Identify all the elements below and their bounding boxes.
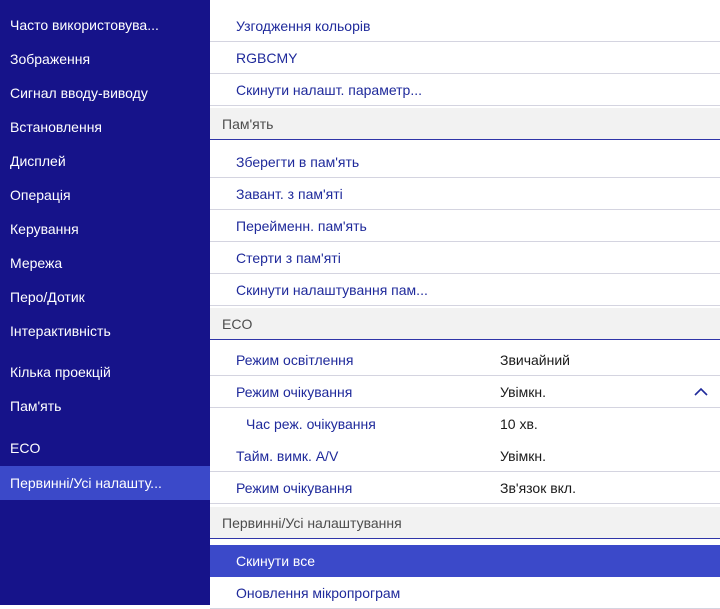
sidebar-item-operation[interactable]: Операція xyxy=(0,178,210,212)
setting-value: Увімкн. xyxy=(500,448,547,464)
menu-item-color-matching[interactable]: Узгодження кольорів xyxy=(210,10,720,42)
chevron-up-icon[interactable] xyxy=(692,376,710,408)
setting-value: 10 хв. xyxy=(500,416,538,432)
sidebar-item-network[interactable]: Мережа xyxy=(0,246,210,280)
section-header-initial-settings: Первинні/Усі налаштування xyxy=(210,507,720,539)
sidebar-item-installation[interactable]: Встановлення xyxy=(0,110,210,144)
setting-label: Тайм. вимк. A/V xyxy=(236,448,339,464)
menu-item-light-mode[interactable]: Режим освітлення Звичайний xyxy=(210,344,720,376)
settings-panel: Узгодження кольорів RGBCMY Скинути налаш… xyxy=(210,0,720,609)
menu-item-reset-memory[interactable]: Скинути налаштування пам... xyxy=(210,274,720,306)
setting-value: Увімкн. xyxy=(500,384,547,400)
settings-menu: Часто використовува... Зображення Сигнал… xyxy=(0,0,720,609)
sidebar: Часто використовува... Зображення Сигнал… xyxy=(0,0,210,605)
menu-item-sleep-mode[interactable]: Режим очікування Увімкн. xyxy=(210,376,720,408)
setting-label: Режим очікування xyxy=(236,384,353,400)
setting-label: Режим очікування xyxy=(236,480,353,496)
menu-item-erase-memory[interactable]: Стерти з пам'яті xyxy=(210,242,720,274)
menu-item-reset-all[interactable]: Скинути все xyxy=(210,545,720,577)
menu-item-rename-memory[interactable]: Перейменн. пам'ять xyxy=(210,210,720,242)
setting-value: Звичайний xyxy=(500,352,570,368)
section-header-eco: ECO xyxy=(210,308,720,340)
setting-value: Зв'язок вкл. xyxy=(500,480,576,496)
sidebar-item-pen-touch[interactable]: Перо/Дотик xyxy=(0,280,210,314)
sidebar-item-signal-io[interactable]: Сигнал вводу-виводу xyxy=(0,76,210,110)
sidebar-item-initial-settings[interactable]: Первинні/Усі налашту... xyxy=(0,466,210,500)
sidebar-item-memory[interactable]: Пам'ять xyxy=(0,389,210,423)
sidebar-item-display[interactable]: Дисплей xyxy=(0,144,210,178)
setting-label: Режим освітлення xyxy=(236,352,354,368)
menu-item-firmware-update[interactable]: Оновлення мікропрограм xyxy=(210,577,720,609)
menu-item-av-mute-timer[interactable]: Тайм. вимк. A/V Увімкн. xyxy=(210,440,720,472)
menu-item-load-memory[interactable]: Завант. з пам'яті xyxy=(210,178,720,210)
menu-item-standby-mode[interactable]: Режим очікування Зв'язок вкл. xyxy=(210,472,720,504)
sidebar-item-frequently-used[interactable]: Часто використовува... xyxy=(0,8,210,42)
sidebar-item-image[interactable]: Зображення xyxy=(0,42,210,76)
sidebar-item-interactivity[interactable]: Інтерактивність xyxy=(0,314,210,348)
menu-item-rgbcmy[interactable]: RGBCMY xyxy=(210,42,720,74)
section-header-memory: Пам'ять xyxy=(210,108,720,140)
setting-label: Час реж. очікування xyxy=(246,416,376,432)
menu-item-reset-parameters[interactable]: Скинути налашт. параметр... xyxy=(210,74,720,106)
sidebar-item-multi-projection[interactable]: Кілька проекцій xyxy=(0,355,210,389)
sidebar-item-management[interactable]: Керування xyxy=(0,212,210,246)
menu-item-save-memory[interactable]: Зберегти в пам'ять xyxy=(210,146,720,178)
menu-item-sleep-time[interactable]: Час реж. очікування 10 хв. xyxy=(210,408,720,440)
sidebar-item-eco[interactable]: ECO xyxy=(0,431,210,465)
